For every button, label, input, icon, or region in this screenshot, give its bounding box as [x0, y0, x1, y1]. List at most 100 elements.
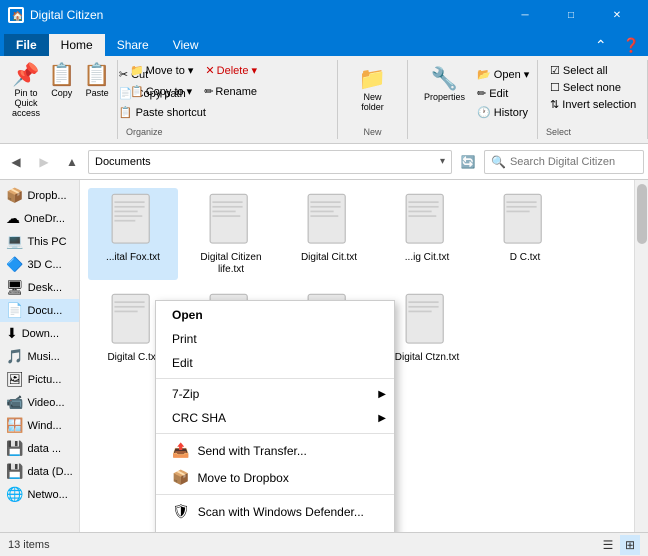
copy-big-button[interactable]: 📋 Copy [44, 62, 79, 100]
copy-big-icon: 📋 [48, 64, 75, 86]
file-item-9[interactable]: Digital Ctzn.txt [382, 288, 472, 368]
ctx-scan-defender[interactable]: 🛡 Scan with Windows Defender... [156, 498, 394, 525]
sidebar-item-dropbox-label: Dropb... [27, 190, 66, 202]
music-icon: 🎵 [6, 348, 23, 365]
desktop-icon: 🖥 [6, 279, 24, 296]
sidebar-item-dropbox[interactable]: 📦 Dropb... [0, 184, 79, 207]
sidebar-item-onedrive-label: OneDr... [24, 213, 65, 225]
ctx-crcsha-arrow: ▶ [378, 413, 386, 424]
ctx-move-dropbox[interactable]: 📦 Move to Dropbox [156, 464, 394, 491]
address-path[interactable]: Documents ▾ [88, 150, 452, 174]
delete-button[interactable]: ✕ Delete ▾ [201, 62, 261, 79]
sidebar-item-thispc[interactable]: 💻 This PC [0, 230, 79, 253]
move-to-button[interactable]: 📁 Move to ▾ [126, 62, 197, 79]
edit-button[interactable]: ✏ Edit [473, 85, 533, 102]
tab-view[interactable]: View [161, 34, 211, 56]
sidebar-item-network[interactable]: 🌐 Netwo... [0, 483, 79, 506]
open-dropdown-button[interactable]: 📂 Open ▾ [473, 66, 533, 83]
scrollbar-thumb[interactable] [637, 184, 647, 244]
sidebar-item-pictures[interactable]: 🖼 Pictu... [0, 368, 79, 391]
file-icon-1 [108, 192, 158, 250]
tab-home[interactable]: Home [49, 34, 105, 56]
ctx-send-transfer[interactable]: 📤 Send with Transfer... [156, 437, 394, 464]
ctx-7zip[interactable]: 7-Zip ▶ [156, 382, 394, 406]
close-button[interactable]: ✕ [594, 0, 640, 30]
sidebar-item-downloads[interactable]: ⬇ Down... [0, 322, 79, 345]
ctx-edit[interactable]: Edit [156, 351, 394, 375]
minimize-button[interactable]: ─ [502, 0, 548, 30]
ctx-divider-3 [156, 494, 394, 495]
file-item-3[interactable]: Digital Cit.txt [284, 188, 374, 280]
ctx-print[interactable]: Print [156, 327, 394, 351]
paste-big-icon: 📋 [83, 64, 110, 86]
file-item-2[interactable]: Digital Citizen life.txt [186, 188, 276, 280]
search-box[interactable]: 🔍 [484, 150, 644, 174]
context-menu: Open Print Edit 7-Zip ▶ CRC SHA ▶ 📤 Send… [155, 300, 395, 532]
select-all-button[interactable]: ☑ Select all [546, 62, 612, 79]
network-icon: 🌐 [6, 486, 23, 503]
select-none-button[interactable]: ☐ Select none [546, 79, 625, 96]
sidebar-item-downloads-label: Down... [22, 328, 59, 340]
ribbon-tab-bar: File Home Share View ⌃ ❓ [0, 30, 648, 56]
file-item-5[interactable]: D C.txt [480, 188, 570, 280]
file-name-4: ...ig Cit.txt [405, 252, 449, 264]
details-view-button[interactable]: ☰ [598, 535, 618, 555]
refresh-button[interactable]: 🔄 [456, 150, 480, 174]
sidebar-item-windows[interactable]: 🪟 Wind... [0, 414, 79, 437]
ctx-open[interactable]: Open [156, 303, 394, 327]
sidebar-item-videos-label: Video... [27, 397, 64, 409]
help-button[interactable]: ❓ [615, 37, 648, 56]
properties-button[interactable]: 🔧 Properties [416, 62, 473, 106]
sidebar-item-onedrive[interactable]: ☁ OneDr... [0, 207, 79, 230]
history-button[interactable]: 🕐 History [473, 104, 533, 121]
maximize-button[interactable]: □ [548, 0, 594, 30]
address-dropdown-icon[interactable]: ▾ [440, 156, 445, 167]
sidebar-item-data1[interactable]: 💾 data ... [0, 437, 79, 460]
ctx-scan-defender-icon: 🛡 [172, 503, 190, 520]
documents-icon: 📄 [6, 302, 23, 319]
ctx-crcsha[interactable]: CRC SHA ▶ [156, 406, 394, 430]
scrollbar[interactable] [634, 180, 648, 532]
tab-share[interactable]: Share [105, 34, 161, 56]
sidebar-item-data2[interactable]: 💾 data (D... [0, 460, 79, 483]
downloads-icon: ⬇ [6, 325, 18, 342]
copy-to-label: Copy to ▾ [146, 85, 193, 98]
up-button[interactable]: ▲ [60, 150, 84, 174]
ctx-send-transfer-icon: 📤 [172, 442, 189, 459]
forward-button[interactable]: ▶ [32, 150, 56, 174]
file-item-1[interactable]: ...ital Fox.txt [88, 188, 178, 280]
pin-label: Pin to Quickaccess [12, 88, 40, 118]
sidebar-item-pictures-label: Pictu... [28, 374, 62, 386]
sidebar-item-documents[interactable]: 📄 Docu... [0, 299, 79, 322]
ctx-move-dropbox-label: Move to Dropbox [197, 471, 288, 485]
pin-to-quick-button[interactable]: 📌 Pin to Quickaccess [8, 62, 44, 120]
sidebar-item-network-label: Netwo... [27, 489, 67, 501]
ctx-send-transfer-label: Send with Transfer... [197, 444, 306, 458]
paste-big-button[interactable]: 📋 Paste [79, 62, 114, 100]
sidebar-item-desktop[interactable]: 🖥 Desk... [0, 276, 79, 299]
tab-file[interactable]: File [4, 34, 49, 56]
invert-selection-button[interactable]: ⇅ Invert selection [546, 96, 640, 113]
thispc-icon: 💻 [6, 233, 23, 250]
copy-to-button[interactable]: 📋 Copy to ▾ [126, 83, 196, 100]
file-item-4[interactable]: ...ig Cit.txt [382, 188, 472, 280]
select-label: Select [546, 127, 571, 137]
sidebar-item-data1-label: data ... [27, 443, 61, 455]
sidebar-item-3d[interactable]: 🔷 3D C... [0, 253, 79, 276]
sidebar-item-music[interactable]: 🎵 Musi... [0, 345, 79, 368]
ctx-7zip-label: 7-Zip [172, 387, 199, 401]
window-title: Digital Citizen [30, 8, 502, 22]
ribbon-collapse-btn[interactable]: ⌃ [587, 37, 615, 56]
large-icons-view-button[interactable]: ⊞ [620, 535, 640, 555]
search-input[interactable] [510, 156, 637, 168]
file-icon-6 [108, 292, 158, 350]
ribbon-group-new: 📁 Newfolder New [338, 60, 408, 139]
file-icon-2 [206, 192, 256, 250]
back-button[interactable]: ◀ [4, 150, 28, 174]
new-folder-button[interactable]: 📁 Newfolder [351, 62, 394, 116]
rename-ribbon-button[interactable]: ✏ Rename [200, 83, 261, 100]
sidebar-item-videos[interactable]: 📹 Video... [0, 391, 79, 414]
search-icon: 🔍 [491, 155, 506, 169]
ctx-share[interactable]: ↗ Share [156, 525, 394, 532]
3d-icon: 🔷 [6, 256, 23, 273]
